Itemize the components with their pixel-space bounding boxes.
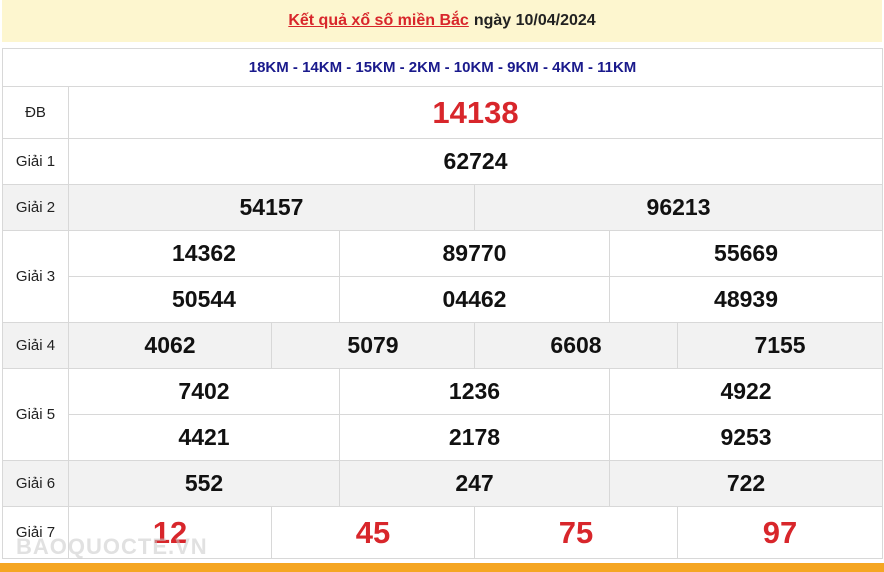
prize-row-db: ĐB 14138 [2,86,884,139]
prize-label-db: ĐB [2,86,69,139]
prize-g4-value: 6608 [474,322,678,369]
prize-g1-value: 62724 [67,138,884,185]
bottom-bar [0,563,884,572]
prize-g7-value: 97 [676,506,884,559]
prize-g5-value: 4421 [68,414,340,461]
prize-g2-value: 96213 [473,184,884,231]
prize-label-g4: Giải 4 [2,322,69,369]
prize-label-g5: Giải 5 [2,368,69,461]
prize-g3-value: 48939 [608,276,884,323]
prize-g7-value: 45 [271,506,475,559]
prize-g5-value: 9253 [608,414,884,461]
prize-codes: 18KM - 14KM - 15KM - 2KM - 10KM - 9KM - … [1,48,884,87]
prize-row-g5b: 4421 2178 9253 [3,414,884,461]
prize-g5-value: 1236 [339,368,610,415]
prize-g2-value: 54157 [68,184,475,231]
prize-g7-value: 75 [474,506,678,559]
prize-g4-value: 4062 [68,322,272,369]
prize-g3-value: 50544 [68,276,340,323]
prize-label-g1: Giải 1 [2,138,69,185]
prize-label-g6: Giải 6 [2,460,69,507]
prize-g7-value: 12 [68,506,272,559]
results-title-link[interactable]: Kết quả xổ số miền Bắc [288,12,469,30]
prize-row-g6: Giải 6 552 247 722 [2,460,884,507]
prize-row-g7: Giải 7 12 45 75 97 [2,506,884,559]
codes-row: 18KM - 14KM - 15KM - 2KM - 10KM - 9KM - … [1,48,884,87]
prize-row-g2: Giải 2 54157 96213 [2,184,884,231]
results-date: ngày 10/04/2024 [473,12,596,29]
prize-g6-value: 552 [68,460,340,507]
prize-label-g3: Giải 3 [2,230,69,323]
results-header: Kết quả xổ số miền Bắc ngày 10/04/2024 [2,0,882,42]
prize-g3-value: 14362 [68,230,340,277]
prize-row-g1: Giải 1 62724 [2,138,884,185]
prize-db-value: 14138 [67,86,884,139]
prize-g6-value: 722 [608,460,884,507]
prize-row-g3b: 50544 04462 48939 [3,276,884,323]
prize-row-g5: Giải 5 7402 1236 4922 [2,368,884,461]
prize-g5-value: 4922 [608,368,884,415]
prize-g5-value: 7402 [68,368,340,415]
prize-g4-value: 5079 [271,322,475,369]
results-table: 18KM - 14KM - 15KM - 2KM - 10KM - 9KM - … [1,48,884,559]
prize-row-g3: Giải 3 14362 89770 55669 [2,230,884,323]
prize-row-g4: Giải 4 4062 5079 6608 7155 [2,322,884,369]
prize-g6-value: 247 [339,460,610,507]
prize-label-g2: Giải 2 [2,184,69,231]
prize-g3-value: 55669 [608,230,884,277]
prize-g4-value: 7155 [676,322,884,369]
prize-g5-value: 2178 [339,414,610,461]
prize-g3-value: 89770 [339,230,610,277]
prize-label-g7: Giải 7 [2,506,69,559]
prize-g3-value: 04462 [339,276,610,323]
